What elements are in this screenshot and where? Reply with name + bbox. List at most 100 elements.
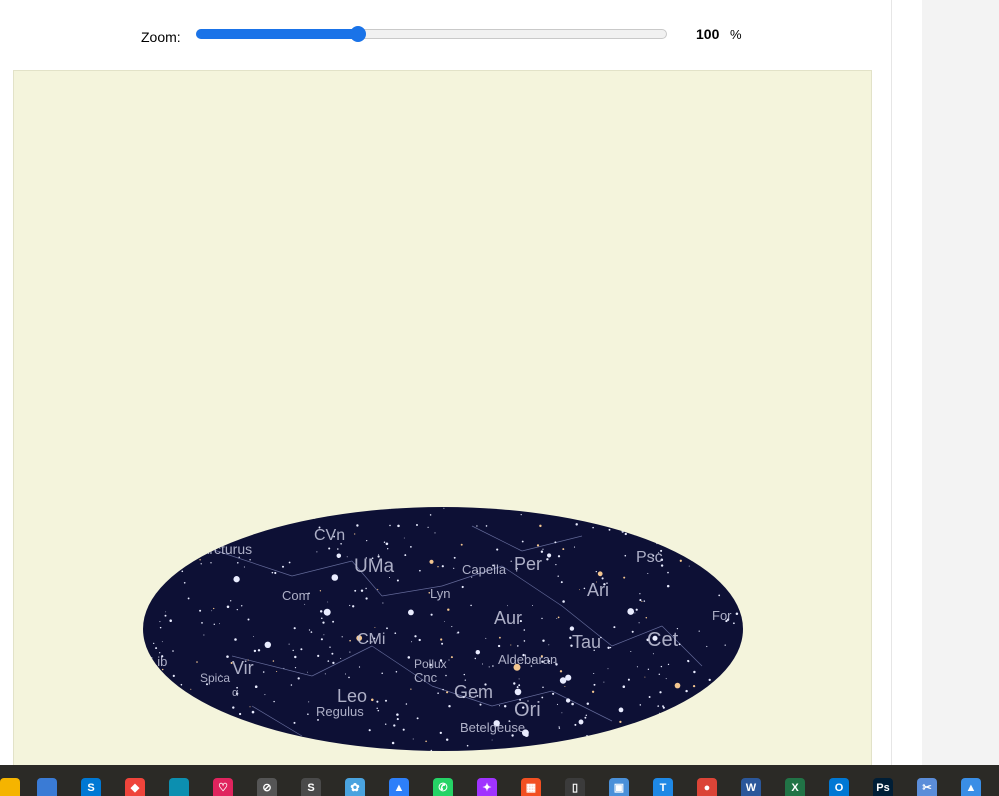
star — [521, 540, 524, 543]
star — [378, 554, 380, 556]
skype-icon[interactable]: S — [81, 778, 101, 796]
star — [496, 548, 499, 551]
star — [634, 612, 636, 614]
sky-label: Com — [282, 588, 309, 603]
copilot-icon[interactable] — [37, 778, 57, 796]
star — [699, 749, 701, 751]
word-icon[interactable]: W — [741, 778, 761, 796]
star — [174, 690, 177, 693]
star — [405, 703, 408, 705]
chrome-icon[interactable]: ● — [697, 778, 717, 796]
star — [448, 659, 450, 661]
star — [718, 594, 721, 597]
star — [384, 723, 387, 725]
star — [329, 646, 331, 648]
star-map-image[interactable]: Arcturus CVn UMa Capella Per Psc Com Lyn Aur Ari F… — [142, 506, 744, 752]
star — [627, 608, 635, 615]
photos-icon[interactable]: ▲ — [389, 778, 409, 796]
excel-icon[interactable]: X — [785, 778, 805, 796]
star — [485, 525, 488, 527]
star — [584, 716, 587, 719]
star — [557, 575, 559, 577]
star — [233, 576, 240, 583]
star — [226, 655, 229, 658]
anydesk-icon[interactable]: ◆ — [125, 778, 145, 796]
star — [585, 735, 589, 738]
control-panel-icon[interactable]: ▣ — [609, 778, 629, 796]
star — [448, 704, 451, 708]
star — [331, 574, 339, 581]
star — [733, 622, 735, 625]
star — [314, 748, 320, 751]
messenger-icon[interactable]: ✦ — [477, 778, 497, 796]
star — [396, 579, 399, 582]
star — [520, 514, 522, 516]
sky-label: Aldebaran — [498, 652, 557, 667]
star — [187, 597, 190, 600]
star — [625, 530, 628, 533]
star — [650, 725, 652, 727]
star — [443, 507, 445, 509]
star — [441, 565, 444, 568]
star — [377, 709, 380, 712]
star — [410, 688, 412, 690]
star — [707, 719, 709, 721]
star — [641, 600, 643, 602]
star — [331, 652, 334, 655]
sky-label: Ari — [587, 580, 609, 600]
star — [557, 555, 561, 558]
sky-label: UMa — [354, 556, 395, 577]
store-icon[interactable]: ▦ — [521, 778, 541, 796]
star — [328, 547, 331, 550]
outlook-icon[interactable]: O — [829, 778, 849, 796]
star — [694, 554, 696, 556]
image-editor-page: Zoom: 100 % Arcturus CVn UMa Capella Per Psc C… — [0, 0, 891, 770]
edge-icon[interactable] — [169, 778, 189, 796]
star — [419, 569, 421, 572]
star — [574, 723, 577, 726]
image-canvas[interactable]: Arcturus CVn UMa Capella Per Psc Com Lyn Aur Ari F… — [13, 70, 872, 770]
star — [706, 645, 708, 648]
star — [389, 524, 391, 527]
star — [685, 689, 688, 693]
snipping-icon[interactable]: ✂ — [917, 778, 937, 796]
star — [441, 642, 444, 645]
star — [687, 660, 690, 663]
star — [294, 667, 297, 669]
star — [349, 639, 351, 642]
star — [636, 666, 638, 668]
s-app-icon[interactable]: S — [301, 778, 321, 796]
star — [384, 699, 388, 702]
book-icon[interactable]: ▯ — [565, 778, 585, 796]
blocked-app-icon[interactable]: ⊘ — [257, 778, 277, 796]
vlc-icon[interactable]: ▲ — [961, 778, 981, 796]
star — [332, 661, 335, 665]
star — [213, 607, 215, 610]
star — [531, 605, 533, 606]
star — [578, 719, 584, 725]
star — [592, 526, 594, 529]
sky-label: Cnc — [414, 670, 438, 685]
star — [497, 644, 501, 648]
paint-icon[interactable]: ✿ — [345, 778, 365, 796]
star — [308, 701, 310, 703]
text-tool-icon[interactable]: T — [653, 778, 673, 796]
star — [272, 660, 275, 662]
star — [732, 587, 734, 590]
star — [414, 635, 417, 638]
star — [636, 730, 639, 733]
star — [159, 626, 162, 629]
star — [354, 589, 357, 592]
star — [322, 621, 325, 624]
star — [586, 510, 589, 513]
star — [376, 707, 378, 710]
whatsapp-icon[interactable]: ✆ — [433, 778, 453, 796]
file-explorer-icon[interactable] — [0, 778, 20, 796]
star — [696, 703, 699, 706]
heart-app-icon[interactable]: ♡ — [213, 778, 233, 796]
zoom-slider-thumb[interactable] — [350, 26, 366, 42]
star — [199, 609, 202, 612]
star — [624, 532, 627, 536]
zoom-slider[interactable] — [196, 26, 667, 42]
photoshop-icon[interactable]: Ps — [873, 778, 893, 796]
